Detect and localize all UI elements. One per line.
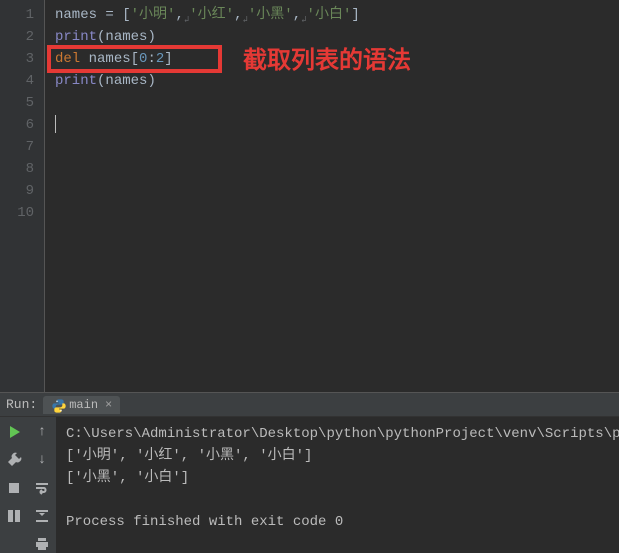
console-line: C:\Users\Administrator\Desktop\python\py…: [66, 423, 609, 445]
run-label: Run:: [6, 397, 37, 412]
gutter: 1 2 3 4 5 6 7 8 9 10: [0, 0, 45, 392]
console-line: Process finished with exit code 0: [66, 511, 609, 533]
line-number: 5: [8, 92, 34, 114]
run-header: Run: main ×: [0, 393, 619, 417]
layout-button[interactable]: [5, 507, 23, 525]
code-line[interactable]: [55, 114, 609, 136]
wrench-icon[interactable]: [5, 451, 23, 469]
console-output[interactable]: C:\Users\Administrator\Desktop\python\py…: [56, 417, 619, 553]
line-number: 3: [8, 48, 34, 70]
tool-column-secondary: ↑ ↓: [28, 417, 56, 553]
line-number: 10: [8, 202, 34, 224]
console-line: ['小明', '小红', '小黑', '小白']: [66, 445, 609, 467]
line-number: 7: [8, 136, 34, 158]
stop-button[interactable]: [5, 479, 23, 497]
run-panel: Run: main × ↑ ↓: [0, 392, 619, 553]
caret: [55, 115, 56, 133]
line-number: 8: [8, 158, 34, 180]
tool-column-primary: [0, 417, 28, 553]
python-icon: [51, 398, 65, 412]
line-number: 4: [8, 70, 34, 92]
code-line[interactable]: names = ['小明',↲'小红',↲'小黑',↲'小白']: [55, 4, 609, 26]
line-number: 1: [8, 4, 34, 26]
close-icon[interactable]: ×: [105, 398, 112, 412]
rerun-button[interactable]: [5, 423, 23, 441]
line-number: 6: [8, 114, 34, 136]
run-body: ↑ ↓ C:\Users\Administrator\Desktop\pytho…: [0, 417, 619, 553]
print-icon[interactable]: [33, 535, 51, 553]
up-arrow-icon[interactable]: ↑: [33, 423, 51, 441]
editor-area: 1 2 3 4 5 6 7 8 9 10 names = ['小明',↲'小红'…: [0, 0, 619, 392]
console-line: [66, 489, 609, 511]
scroll-to-end-icon[interactable]: [33, 507, 51, 525]
run-tab[interactable]: main ×: [43, 396, 120, 414]
console-line: ['小黑', '小白']: [66, 467, 609, 489]
code-line[interactable]: [55, 92, 609, 114]
editor-content[interactable]: names = ['小明',↲'小红',↲'小黑',↲'小白'] print(n…: [45, 0, 619, 392]
annotation-label: 截取列表的语法: [243, 40, 411, 75]
line-number: 2: [8, 26, 34, 48]
wrap-icon[interactable]: [33, 479, 51, 497]
down-arrow-icon[interactable]: ↓: [33, 451, 51, 469]
line-number: 9: [8, 180, 34, 202]
tab-label: main: [69, 398, 98, 412]
